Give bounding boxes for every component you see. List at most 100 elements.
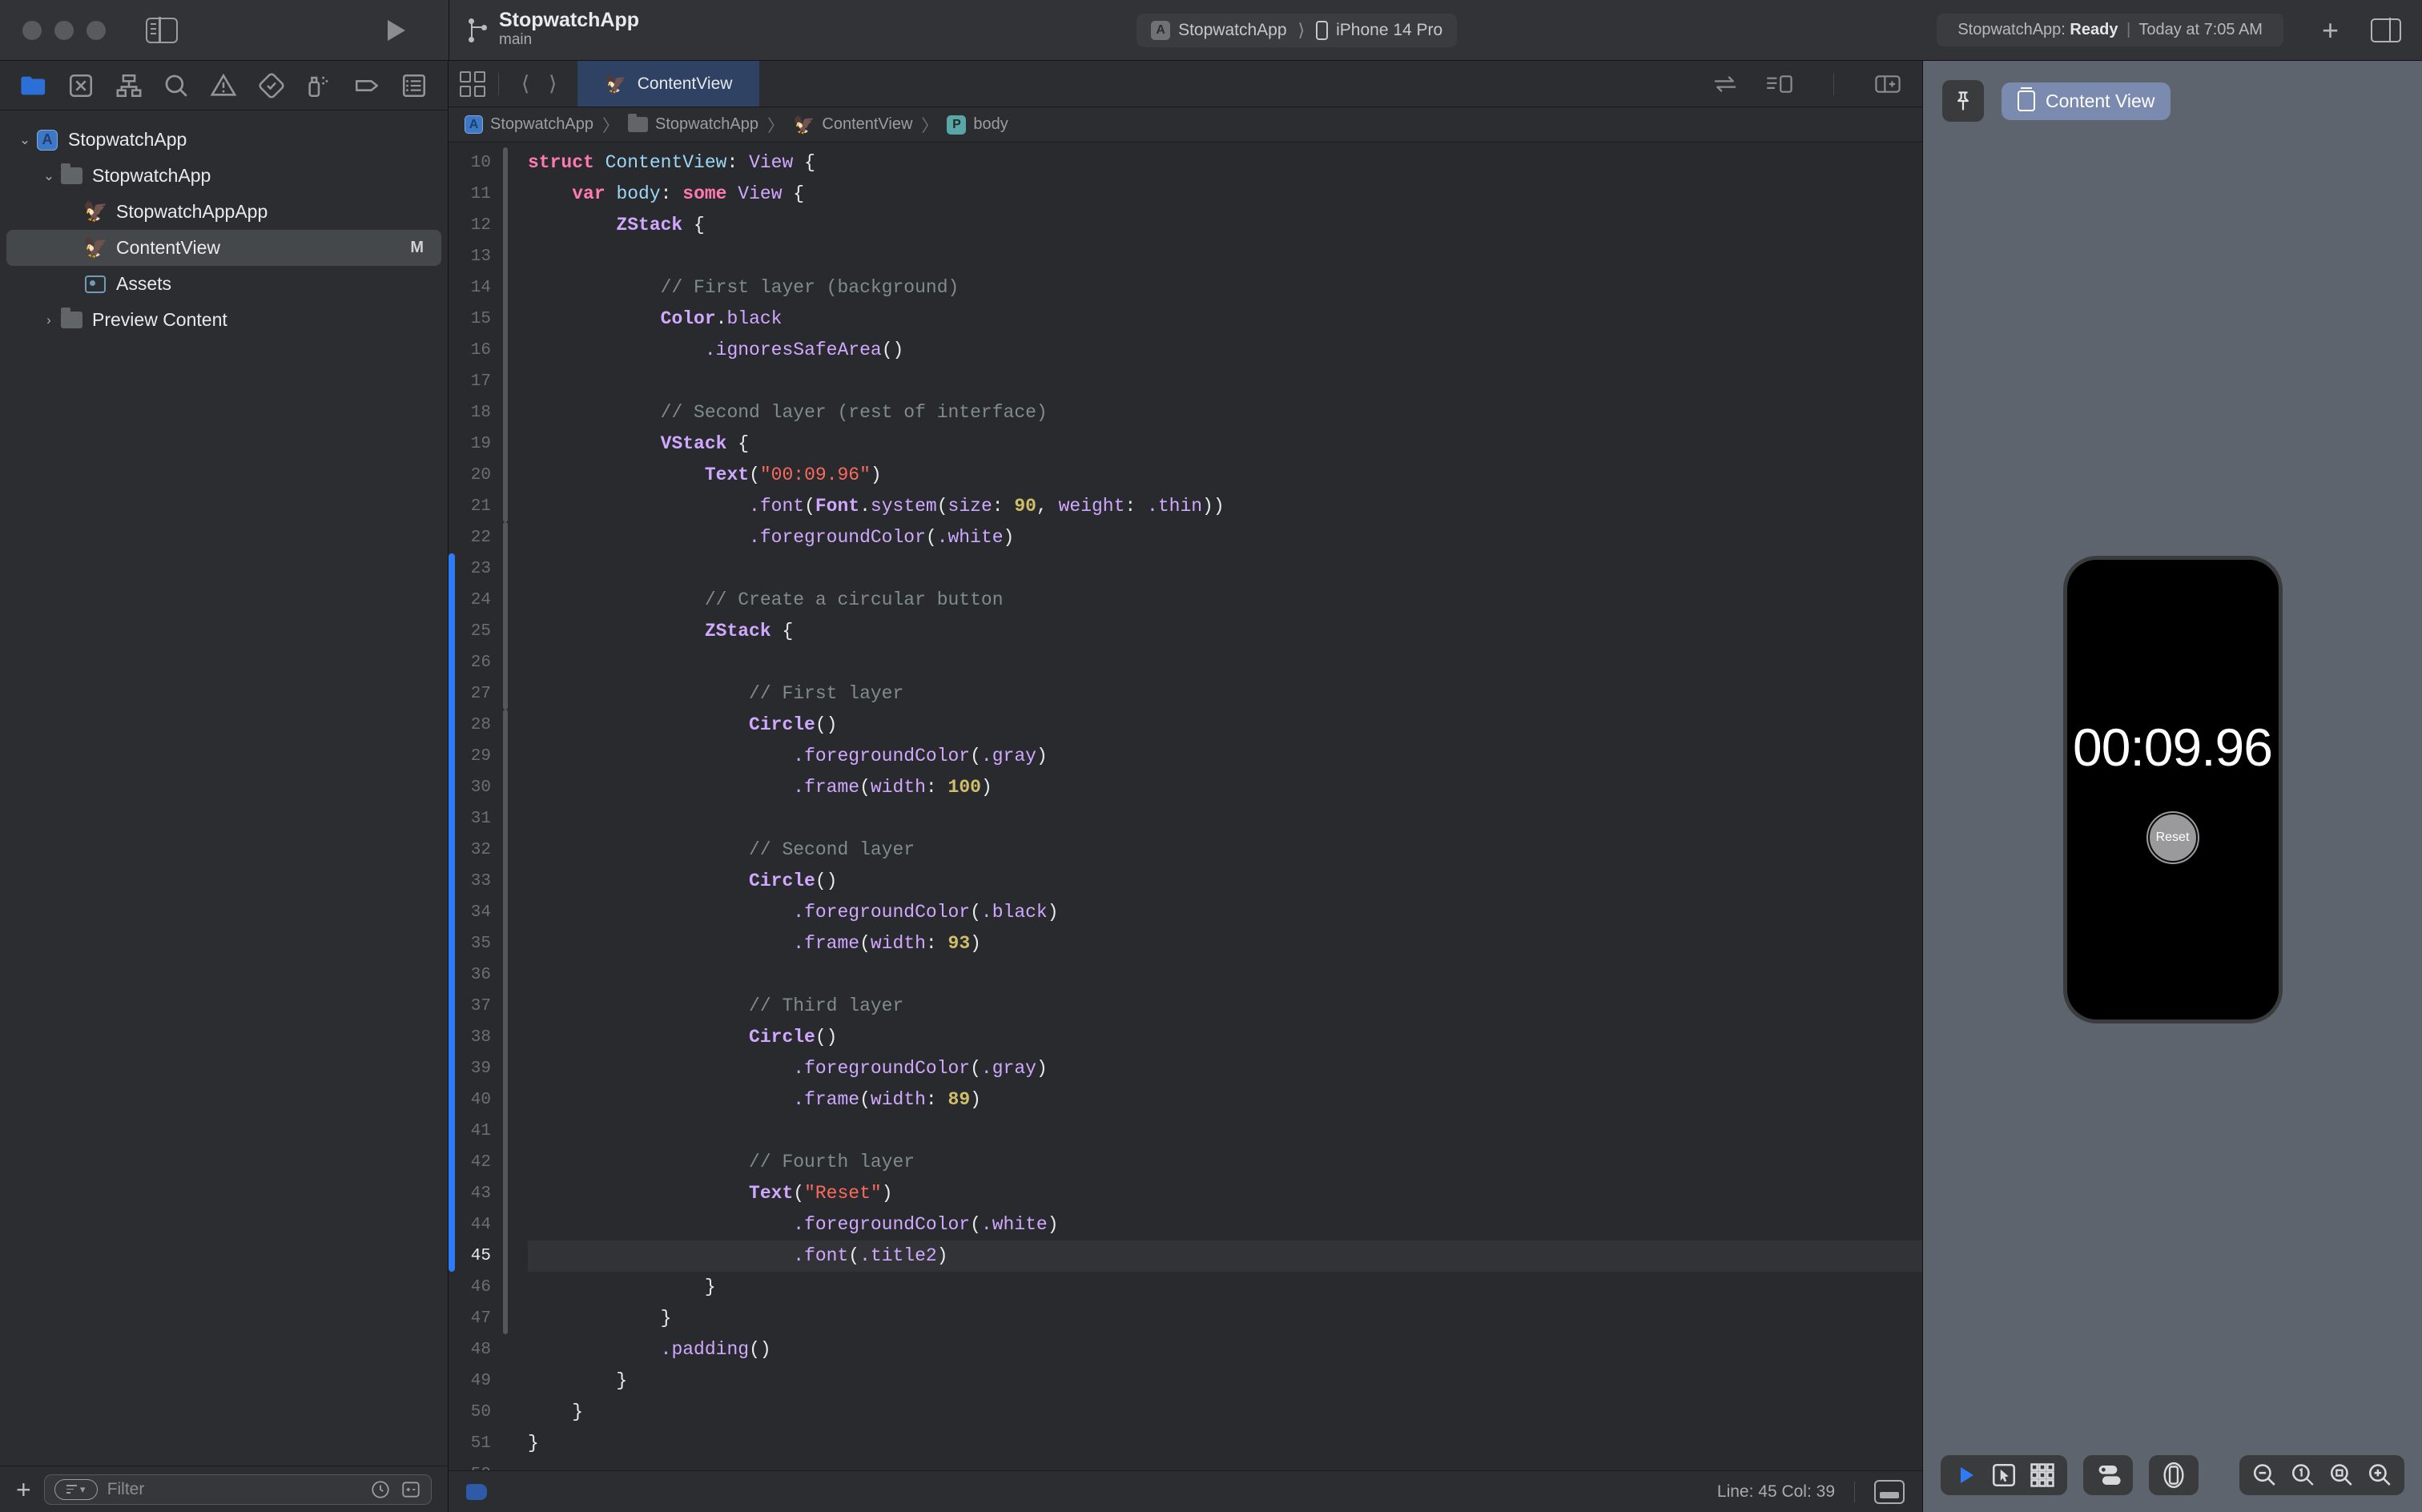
add-editor-button[interactable]: + [2322,15,2339,45]
disclosure-triangle-icon[interactable]: ⌄ [38,168,59,184]
swap-editors-icon[interactable] [1712,72,1739,96]
code-line[interactable]: .ignoresSafeArea() [528,335,1922,366]
code-line[interactable]: .foregroundColor(.gray) [528,1053,1922,1084]
code-line[interactable]: Text("00:09.96") [528,460,1922,491]
code-line[interactable]: // First layer [528,678,1922,710]
code-line[interactable]: Color.black [528,304,1922,335]
tab-contentview[interactable]: 🦅 ContentView [577,61,760,107]
sidebar-item-find-navigator[interactable] [163,72,190,99]
sidebar-item-symbol-navigator[interactable] [115,72,143,99]
activity-status[interactable]: StopwatchApp: Ready | Today at 7:05 AM [1937,14,2283,46]
sidebar-item-issue-navigator[interactable] [210,72,237,99]
breadcrumb-item-contentview[interactable]: 🦅 ContentView [793,115,912,134]
zoom-out-icon[interactable] [2251,1462,2278,1489]
breadcrumb-item-stopwatchapp[interactable]: StopwatchApp [627,114,758,134]
source-control-filter-icon[interactable] [400,1479,421,1500]
code-line[interactable]: // Second layer (rest of interface) [528,397,1922,428]
add-file-button[interactable]: + [16,1477,31,1502]
tree-item-stopwatchapp[interactable]: ⌄ StopwatchApp [6,158,441,194]
zoom-fit-icon[interactable] [2327,1462,2355,1489]
code-line[interactable]: ZStack { [528,616,1922,647]
code-editor[interactable]: 10 11 12 13 14 15 16 17 18 19 20 21 22 23 24 25 26 27 28 29… [449,143,1922,1470]
code-line[interactable] [528,959,1922,991]
cursor-icon[interactable] [1990,1462,2018,1489]
sidebar-item-report-navigator[interactable] [400,72,428,99]
sidebar-item-breakpoint-navigator[interactable] [353,72,380,99]
breadcrumb[interactable]: A StopwatchApp 〉 StopwatchApp 〉 🦅 ContentView 〉… [449,107,1922,143]
code-line[interactable]: .font(Font.system(size: 90, weight: .thi… [528,491,1922,522]
code-line[interactable]: // Create a circular button [528,585,1922,616]
add-editor-icon[interactable] [1874,72,1901,96]
code-line[interactable]: .frame(width: 93) [528,928,1922,959]
code-line[interactable] [528,1459,1922,1470]
iphone-device-frame[interactable]: 00:09.96 Reset [2062,556,2283,1023]
code-line[interactable]: } [528,1397,1922,1428]
reset-button[interactable]: Reset [2146,811,2199,864]
code-line[interactable]: Circle() [528,710,1922,741]
run-button[interactable] [388,19,405,41]
inspector-toggle-icon[interactable] [2371,18,2401,42]
code-line[interactable]: // Third layer [528,991,1922,1022]
related-items-icon[interactable] [460,70,485,97]
zoom-button[interactable] [86,20,106,40]
tree-item-stopwatchapp[interactable]: ⌄ A StopwatchApp [6,122,441,158]
code-line[interactable]: // Fourth layer [528,1147,1922,1178]
breadcrumb-item-body[interactable]: Pbody [947,115,1008,135]
play-icon[interactable] [1952,1462,1979,1489]
code-line[interactable]: .frame(width: 100) [528,772,1922,803]
grid-icon[interactable] [2029,1462,2056,1489]
minimize-button[interactable] [54,20,74,40]
pin-icon[interactable] [1942,80,1984,122]
device-screen[interactable]: 00:09.96 Reset [2066,560,2279,1019]
code-line[interactable] [528,803,1922,834]
close-button[interactable] [22,20,42,40]
tree-item-assets[interactable]: Assets [6,266,441,302]
sidebar-item-debug-navigator[interactable] [305,72,332,99]
disclosure-triangle-icon[interactable]: › [38,312,59,328]
project-identity[interactable]: StopwatchApp main [449,0,657,60]
debug-area-toggle-icon[interactable] [1874,1479,1905,1504]
canvas-preview-chip[interactable]: Content View [2002,82,2171,120]
forward-chevron-icon[interactable]: ⟩ [539,71,566,96]
sidebar-item-test-navigator[interactable] [258,72,285,99]
code-line[interactable] [528,366,1922,397]
code-line[interactable]: ZStack { [528,210,1922,241]
code-line[interactable] [528,1116,1922,1147]
code-line[interactable]: .foregroundColor(.white) [528,522,1922,553]
fold-bar[interactable] [503,522,508,710]
code-line[interactable]: .padding() [528,1334,1922,1365]
code-line[interactable]: Circle() [528,866,1922,897]
code-line[interactable] [528,241,1922,272]
tree-item-preview-content[interactable]: › Preview Content [6,302,441,338]
filter-input[interactable]: ▾ Filter [43,1474,432,1505]
code-line[interactable] [528,647,1922,678]
sidebar-item-project-navigator[interactable] [20,72,47,99]
code-line[interactable]: } [528,1365,1922,1397]
code-line[interactable]: .frame(width: 89) [528,1084,1922,1116]
zoom-in-icon[interactable] [2366,1462,2393,1489]
fold-bar[interactable] [503,147,508,522]
disclosure-triangle-icon[interactable]: ⌄ [14,132,35,148]
breadcrumb-item-stopwatchapp[interactable]: A StopwatchApp [465,115,593,134]
filter-dropdown-icon[interactable]: ▾ [54,1478,98,1500]
sidebar-item-source-control-navigator[interactable] [67,72,95,99]
zoom-100-icon[interactable] [2289,1462,2316,1489]
canvas-toggle-icon[interactable] [1766,72,1793,96]
code-line[interactable]: } [528,1272,1922,1303]
code-line[interactable] [528,553,1922,585]
code-line[interactable]: // First layer (background) [528,272,1922,304]
code-line[interactable]: .foregroundColor(.gray) [528,741,1922,772]
code-line[interactable]: struct ContentView: View { [528,147,1922,179]
code-line[interactable]: // Second layer [528,834,1922,866]
back-chevron-icon[interactable]: ⟨ [512,71,539,96]
code-line[interactable]: VStack { [528,428,1922,460]
tree-item-stopwatchappapp[interactable]: 🦅 StopwatchAppApp [6,194,441,230]
code-line[interactable]: var body: some View { [528,179,1922,210]
code-line[interactable]: } [528,1303,1922,1334]
preview-stage[interactable]: 00:09.96 Reset [1923,141,2422,1438]
code-line[interactable]: .foregroundColor(.white) [528,1209,1922,1241]
navigator-toggle-icon[interactable] [146,17,178,43]
recent-files-icon[interactable] [370,1479,391,1500]
window-controls[interactable] [22,20,106,40]
code-line[interactable]: Circle() [528,1022,1922,1053]
